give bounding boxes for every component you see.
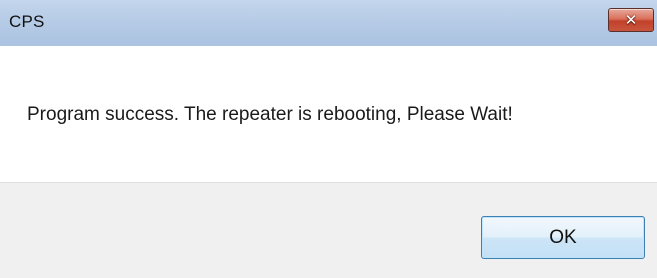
close-button[interactable]: ✕ <box>608 8 654 32</box>
close-icon: ✕ <box>624 11 638 29</box>
title-bar[interactable]: CPS ✕ <box>0 0 657 46</box>
dialog-footer: OK <box>0 182 657 278</box>
ok-button[interactable]: OK <box>481 216 645 259</box>
dialog-message: Program success. The repeater is rebooti… <box>27 104 513 125</box>
dialog-body: Program success. The repeater is rebooti… <box>0 46 657 182</box>
window-title: CPS <box>9 12 45 31</box>
message-dialog: CPS ✕ Program success. The repeater is r… <box>0 0 657 278</box>
